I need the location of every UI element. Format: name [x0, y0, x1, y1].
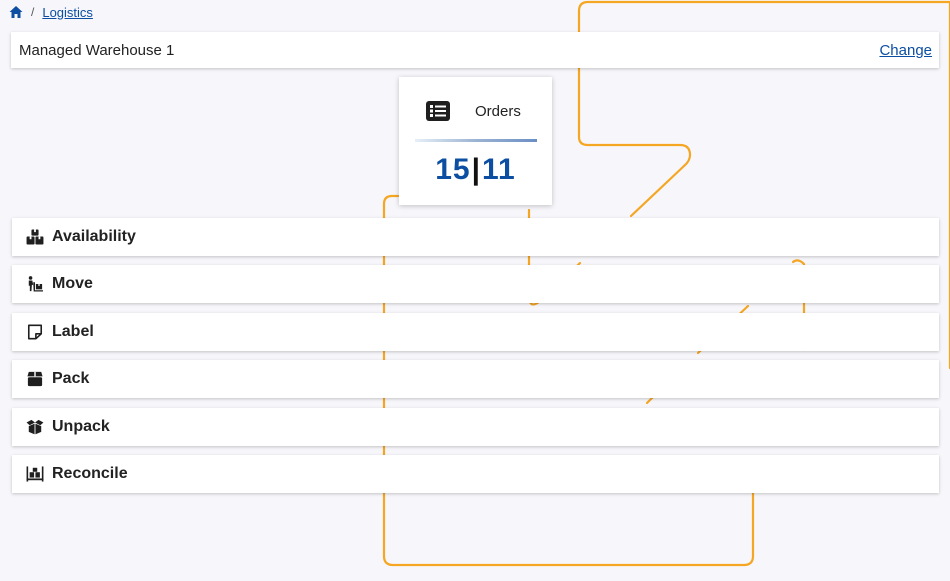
- home-icon[interactable]: [9, 5, 23, 19]
- open-box-icon: [25, 418, 45, 436]
- menu-item-label: Reconcile: [52, 464, 128, 482]
- boxes-icon: [25, 228, 45, 246]
- list-icon: [426, 101, 450, 121]
- location-name: Managed Warehouse 1: [19, 41, 175, 59]
- orders-label: Orders: [475, 103, 521, 120]
- menu-item-pack[interactable]: Pack: [12, 360, 939, 399]
- orders-counts: 15|11: [399, 153, 552, 187]
- breadcrumb: / Logistics: [9, 4, 93, 20]
- change-location-link[interactable]: Change: [879, 42, 932, 59]
- menu-item-move[interactable]: Move: [12, 265, 939, 304]
- pallet-icon: [25, 465, 45, 483]
- menu-item-reconcile[interactable]: Reconcile: [12, 454, 939, 493]
- dolly-icon: [25, 275, 45, 293]
- location-bar: Managed Warehouse 1 Change: [11, 32, 939, 68]
- menu-item-unpack[interactable]: Unpack: [12, 407, 939, 446]
- orders-divider: [415, 139, 537, 142]
- breadcrumb-separator: /: [31, 5, 35, 19]
- menu-item-label: Move: [52, 275, 93, 293]
- menu-item-label[interactable]: Label: [12, 312, 939, 351]
- logistics-menu: Availability Move Label Pack Unpack Reco…: [12, 218, 939, 502]
- sticky-note-icon: [25, 323, 45, 341]
- orders-count-primary: 15: [435, 153, 471, 186]
- menu-item-label: Availability: [52, 228, 136, 245]
- orders-count-separator: |: [471, 153, 482, 186]
- menu-item-availability[interactable]: Availability: [12, 218, 939, 256]
- menu-item-label-text: Label: [52, 322, 94, 340]
- orders-count-secondary: 11: [482, 153, 516, 186]
- breadcrumb-logistics-link[interactable]: Logistics: [42, 5, 93, 20]
- box-icon: [25, 370, 45, 388]
- menu-item-label: Unpack: [52, 417, 110, 435]
- orders-card[interactable]: Orders 15|11: [399, 77, 552, 205]
- menu-item-label: Pack: [52, 370, 90, 388]
